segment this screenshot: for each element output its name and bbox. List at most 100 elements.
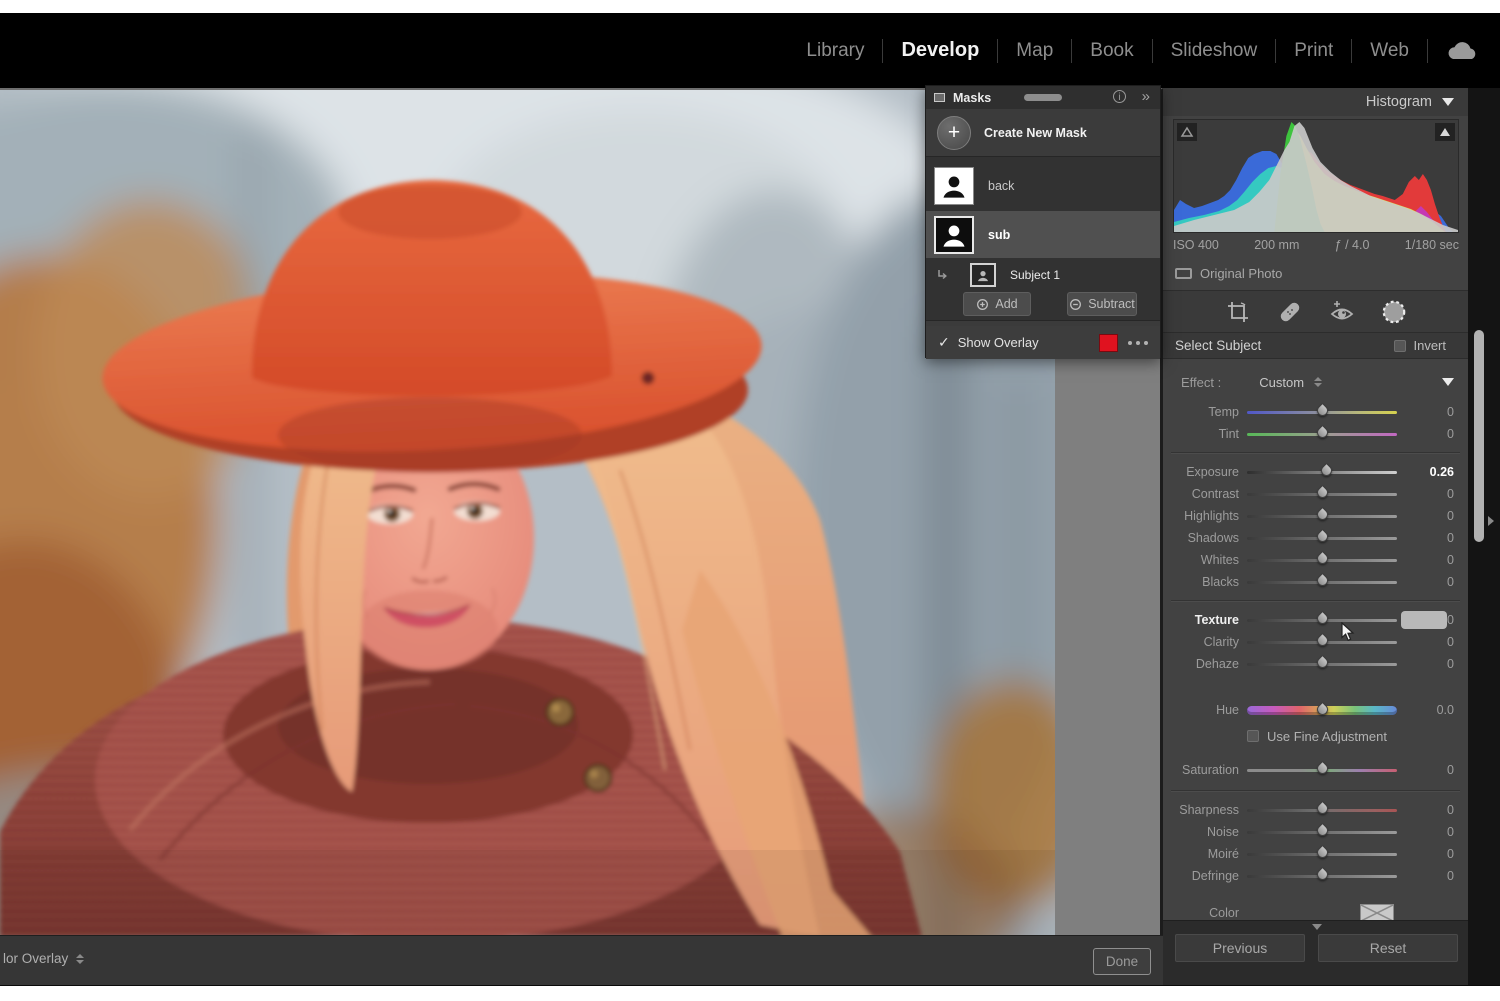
invert-toggle[interactable]: Invert: [1394, 338, 1446, 353]
effect-preset-dropdown[interactable]: Custom: [1259, 375, 1304, 390]
info-icon[interactable]: i: [1113, 90, 1126, 103]
invert-checkbox[interactable]: [1394, 340, 1406, 352]
slider-thumb[interactable]: [1314, 761, 1330, 777]
adjustments-panel: Effect : Custom Temp 0 Tint 0: [1163, 359, 1468, 925]
nav-slideshow[interactable]: Slideshow: [1153, 40, 1276, 62]
shadow-clipping-indicator[interactable]: [1177, 123, 1197, 141]
reset-button[interactable]: Reset: [1318, 934, 1458, 962]
overlay-mode-dropdown[interactable]: lor Overlay: [3, 951, 84, 966]
collapse-chevrons-icon[interactable]: »: [1142, 88, 1150, 105]
slider-thumb[interactable]: [1314, 823, 1330, 839]
panel-end-triangle-icon[interactable]: [1312, 924, 1322, 930]
add-mask-button[interactable]: Add: [963, 292, 1031, 316]
hat-pin: [643, 373, 654, 384]
dehaze-slider-track[interactable]: [1247, 663, 1397, 666]
slider-thumb[interactable]: [1314, 485, 1330, 501]
branch-arrow-icon: [936, 269, 948, 281]
fine-adjustment-checkbox[interactable]: [1247, 730, 1259, 742]
histogram-plot[interactable]: [1173, 119, 1459, 233]
slider-thumb[interactable]: [1314, 801, 1330, 817]
plus-icon[interactable]: +: [937, 116, 971, 150]
highlights-slider-track[interactable]: [1247, 515, 1397, 518]
slider-value: 0: [1397, 869, 1468, 883]
blacks-slider-track[interactable]: [1247, 581, 1397, 584]
fine-adjustment-toggle[interactable]: Use Fine Adjustment: [1163, 723, 1468, 749]
slider-thumb[interactable]: [1314, 655, 1330, 671]
slider-thumb[interactable]: [1314, 702, 1330, 718]
subtract-brush-icon: [1069, 298, 1082, 311]
saturation-slider-track[interactable]: [1247, 769, 1397, 772]
mask-item-sub-selected[interactable]: sub: [926, 211, 1160, 258]
panel-show-arrow-icon[interactable]: [1488, 516, 1494, 526]
slider-thumb[interactable]: [1314, 867, 1330, 883]
temp-slider-track[interactable]: [1247, 411, 1397, 414]
slider-thumb[interactable]: [1314, 403, 1330, 419]
effect-label: Effect :: [1181, 375, 1221, 390]
redeye-tool-icon[interactable]: [1329, 299, 1355, 325]
collapse-triangle-icon[interactable]: [1442, 98, 1454, 106]
slider-thumb[interactable]: [1314, 573, 1330, 589]
mask-item-back[interactable]: back: [926, 162, 1160, 209]
contrast-slider-track[interactable]: [1247, 493, 1397, 496]
tint-slider-track[interactable]: [1247, 433, 1397, 436]
iso-value: ISO 400: [1173, 238, 1219, 252]
capture-info: ISO 400 200 mm ƒ / 4.0 1/180 sec: [1173, 238, 1459, 252]
slider-thumb[interactable]: [1314, 425, 1330, 441]
nav-book[interactable]: Book: [1072, 40, 1151, 62]
highlight-clipping-indicator[interactable]: [1435, 123, 1455, 141]
select-subject-label[interactable]: Select Subject: [1175, 338, 1394, 353]
slider-thumb[interactable]: [1319, 463, 1335, 479]
checkmark-icon[interactable]: ✓: [938, 335, 950, 351]
overlay-color-swatch[interactable]: [1099, 334, 1118, 352]
subtract-mask-button[interactable]: Subtract: [1067, 292, 1137, 316]
panel-bottom-bar: Previous Reset: [1163, 920, 1468, 985]
slider-thumb[interactable]: [1314, 529, 1330, 545]
slider-thumb[interactable]: [1314, 507, 1330, 523]
mask-component-subject[interactable]: Subject 1: [926, 260, 1160, 290]
create-new-mask-row[interactable]: + Create New Mask: [926, 109, 1160, 156]
texture-slider-track[interactable]: [1247, 619, 1397, 622]
mask-thumbnail[interactable]: [934, 167, 974, 205]
defringe-slider-track[interactable]: [1247, 875, 1397, 878]
cloud-sync-icon[interactable]: [1444, 39, 1480, 63]
photo-viewport[interactable]: [0, 88, 1055, 935]
histogram-panel-header[interactable]: Histogram: [1163, 88, 1468, 116]
more-options-icon[interactable]: [1128, 341, 1148, 345]
hue-slider-track[interactable]: [1247, 706, 1397, 715]
exposure-slider-track[interactable]: [1247, 471, 1397, 474]
masking-tool-icon[interactable]: [1381, 299, 1407, 325]
sharpness-slider-track[interactable]: [1247, 809, 1397, 812]
drag-handle[interactable]: [1024, 94, 1062, 101]
healing-tool-icon[interactable]: [1277, 299, 1303, 325]
shadows-slider-track[interactable]: [1247, 537, 1397, 540]
done-button[interactable]: Done: [1093, 948, 1151, 975]
mask-thumbnail[interactable]: [934, 216, 974, 254]
original-photo-toggle[interactable]: Original Photo: [1175, 266, 1282, 281]
nav-map[interactable]: Map: [998, 40, 1071, 62]
nav-print[interactable]: Print: [1276, 40, 1351, 62]
slider-label: Moiré: [1163, 847, 1247, 861]
nav-web[interactable]: Web: [1352, 40, 1427, 62]
slider-label: Hue: [1163, 703, 1247, 717]
show-overlay-label[interactable]: Show Overlay: [958, 335, 1099, 350]
previous-button[interactable]: Previous: [1175, 934, 1305, 962]
slider-thumb[interactable]: [1314, 551, 1330, 567]
noise-slider-track[interactable]: [1247, 831, 1397, 834]
slider-thumb[interactable]: [1314, 633, 1330, 649]
clarity-slider-track[interactable]: [1247, 641, 1397, 644]
masks-panel-header[interactable]: Masks i »: [926, 86, 1160, 109]
slider-thumb[interactable]: [1314, 611, 1330, 627]
crop-tool-icon[interactable]: [1225, 299, 1251, 325]
original-photo-label: Original Photo: [1200, 266, 1282, 281]
whites-slider-track[interactable]: [1247, 559, 1397, 562]
moire-slider-track[interactable]: [1247, 853, 1397, 856]
panel-scrollbar[interactable]: [1474, 330, 1484, 542]
collapse-triangle-icon[interactable]: [1442, 378, 1454, 386]
nav-develop[interactable]: Develop: [883, 39, 997, 62]
sweater-button: [547, 699, 573, 725]
slider-label: Exposure: [1163, 465, 1247, 479]
nav-library[interactable]: Library: [788, 40, 882, 62]
mask-component-thumbnail[interactable]: [970, 263, 996, 287]
slider-thumb[interactable]: [1314, 845, 1330, 861]
original-photo-icon: [1175, 268, 1192, 279]
